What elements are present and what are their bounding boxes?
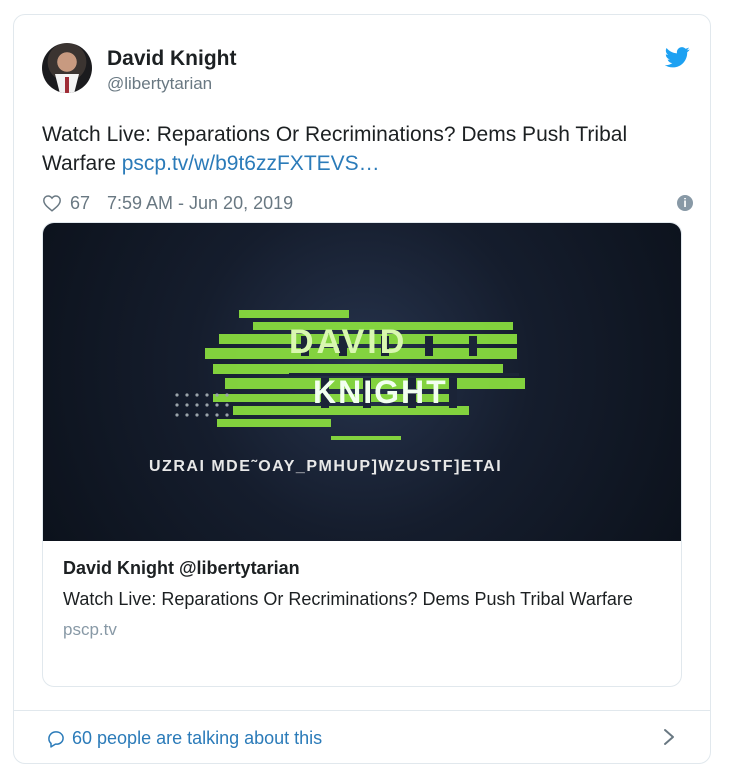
tweet-header: David Knight @libertytarian bbox=[42, 43, 692, 99]
tweet-footer[interactable]: 60 people are talking about this bbox=[14, 710, 710, 764]
comment-icon[interactable] bbox=[46, 729, 66, 749]
tweet-link[interactable]: pscp.tv/w/b9t6zzFXTEVS… bbox=[122, 152, 380, 175]
tweet-card: David Knight @libertytarian Watch Live: … bbox=[13, 14, 711, 764]
chevron-right-icon[interactable] bbox=[662, 726, 676, 748]
link-preview-card[interactable]: DAVID KNIGHT UZRAI MDE˜OAY_PMHUP]WZUSTF]… bbox=[42, 222, 682, 687]
avatar-tie bbox=[65, 77, 69, 93]
talking-count-link[interactable]: 60 people are talking about this bbox=[72, 727, 322, 749]
preview-domain[interactable]: pscp.tv bbox=[63, 619, 653, 641]
author-handle[interactable]: @libertytarian bbox=[107, 74, 212, 94]
tweet-timestamp[interactable]: 7:59 AM - Jun 20, 2019 bbox=[107, 193, 293, 214]
preview-description[interactable]: Watch Live: Reparations Or Recrimination… bbox=[63, 587, 653, 612]
graphic-subtitle: UZRAI MDE˜OAY_PMHUP]WZUSTF]ETAI bbox=[149, 458, 502, 475]
like-count[interactable]: 67 bbox=[70, 193, 90, 214]
heart-icon[interactable] bbox=[42, 194, 62, 212]
preview-title[interactable]: David Knight @libertytarian bbox=[63, 556, 653, 580]
graphic-text-line1: DAVID bbox=[289, 323, 407, 361]
avatar[interactable] bbox=[42, 43, 92, 93]
graphic-text-line2: KNIGHT bbox=[313, 374, 448, 410]
author-name[interactable]: David Knight bbox=[107, 46, 237, 71]
preview-body: David Knight @libertytarian Watch Live: … bbox=[63, 556, 653, 641]
preview-image[interactable]: DAVID KNIGHT UZRAI MDE˜OAY_PMHUP]WZUSTF]… bbox=[43, 223, 681, 541]
info-icon[interactable]: i bbox=[677, 195, 693, 211]
twitter-bird-icon[interactable] bbox=[665, 47, 690, 68]
david-knight-logo-graphic: DAVID KNIGHT UZRAI MDE˜OAY_PMHUP]WZUSTF]… bbox=[149, 310, 525, 475]
tweet-meta: 67 7:59 AM - Jun 20, 2019 i bbox=[42, 191, 697, 217]
tweet-text: Watch Live: Reparations Or Recrimination… bbox=[42, 120, 692, 178]
